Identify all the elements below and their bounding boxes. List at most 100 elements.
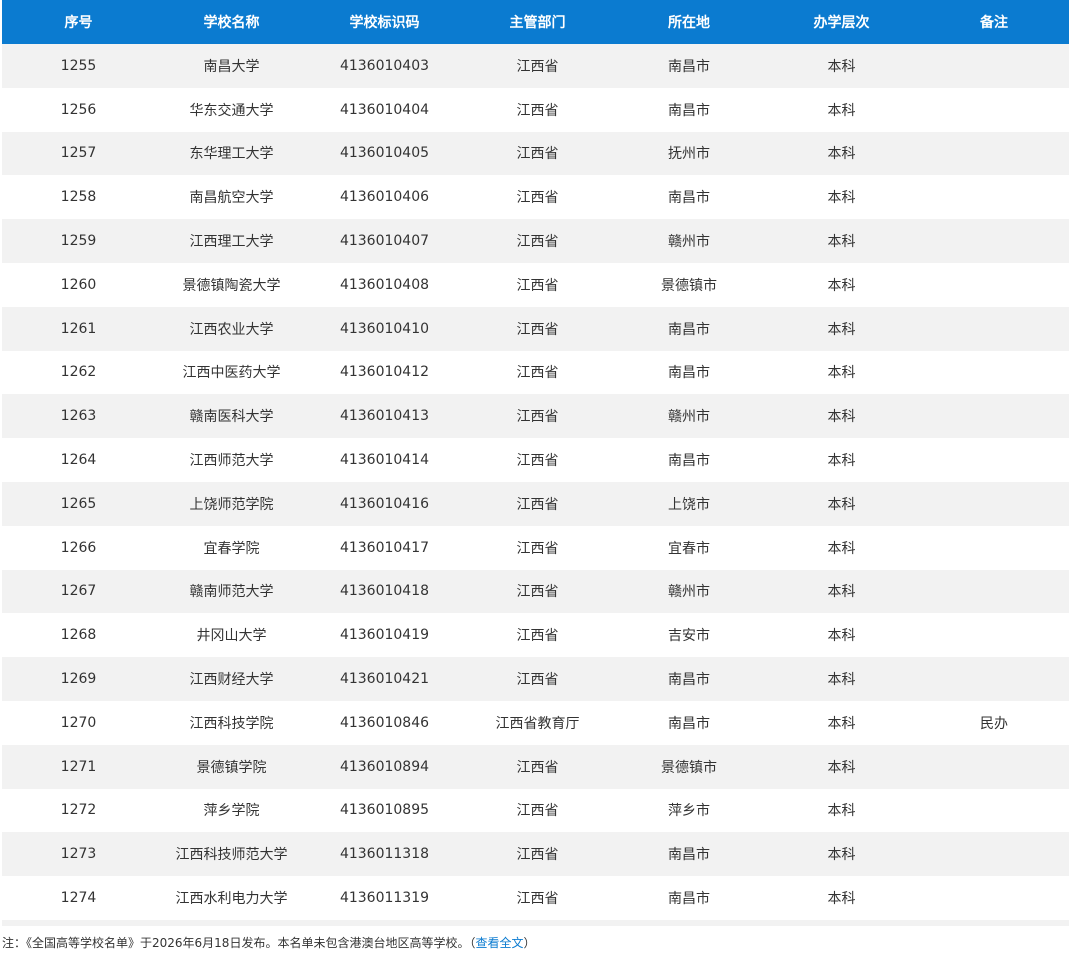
cell-school-name: 赣南医科大学 <box>155 394 308 439</box>
view-full-text-link[interactable]: 查看全文 <box>475 936 523 950</box>
cell-school-name: 江西科技师范大学 <box>155 832 308 877</box>
cell-school-code: 4136011319 <box>308 876 461 920</box>
cell-location: 南昌市 <box>614 44 764 88</box>
cell-seq: 1258 <box>2 175 155 220</box>
cell-school-code: 4136010404 <box>308 87 461 132</box>
cell-school-name: 江西师范大学 <box>155 438 308 482</box>
cell-department: 江西省 <box>461 876 614 920</box>
cell-level: 本科 <box>764 832 919 877</box>
cell-remark <box>919 876 1069 920</box>
cell-department: 江西省 <box>461 481 614 526</box>
cell-seq: 1266 <box>2 525 155 570</box>
cell-department: 江西省 <box>461 175 614 220</box>
cell-level: 本科 <box>764 306 919 351</box>
table-row: 1263 赣南医科大学 4136010413 江西省 赣州市 本科 <box>2 394 1069 439</box>
cell-school-code: 4136010419 <box>308 613 461 658</box>
column-header-remark: 备注 <box>919 0 1069 44</box>
cell-seq: 1265 <box>2 481 155 526</box>
cell-level: 本科 <box>764 87 919 132</box>
page: 序号 学校名称 学校标识码 主管部门 所在地 办学层次 备注 1255 南昌大学 4136010… <box>0 0 1080 964</box>
cell-seq: 1257 <box>2 131 155 176</box>
cell-department: 江西省 <box>461 788 614 833</box>
cell-department: 江西省 <box>461 350 614 395</box>
cell-location: 南昌市 <box>614 832 764 877</box>
cell-school-code: 4136010403 <box>308 44 461 88</box>
cell-location: 赣州市 <box>614 219 764 263</box>
cell-seq: 1259 <box>2 219 155 263</box>
table-row: 1258 南昌航空大学 4136010406 江西省 南昌市 本科 <box>2 175 1069 220</box>
cell-school-name: 江西中医药大学 <box>155 350 308 395</box>
table-row: 1265 上饶师范学院 4136010416 江西省 上饶市 本科 <box>2 481 1069 526</box>
cell-department: 江西省 <box>461 569 614 614</box>
cell-school-code: 4136010416 <box>308 481 461 526</box>
cell-location: 抚州市 <box>614 131 764 176</box>
cell-school-code: 4136010413 <box>308 394 461 439</box>
footnote: 注：《全国高等学校名单》于2026年6月18日发布。本名单未包含港澳台地区高等学… <box>2 934 535 951</box>
cell-school-name: 井冈山大学 <box>155 613 308 658</box>
table-row: 1259 江西理工大学 4136010407 江西省 赣州市 本科 <box>2 219 1069 263</box>
cell-department: 江西省 <box>461 44 614 88</box>
cell-remark <box>919 350 1069 395</box>
cell-location: 上饶市 <box>614 481 764 526</box>
cell-school-name: 江西水利电力大学 <box>155 876 308 920</box>
cell-school-name: 江西财经大学 <box>155 657 308 701</box>
cell-school-name: 上饶师范学院 <box>155 481 308 526</box>
table-row: 1262 江西中医药大学 4136010412 江西省 南昌市 本科 <box>2 350 1069 395</box>
table-body: 1255 南昌大学 4136010403 江西省 南昌市 本科 1256 华东交通大学 4136… <box>2 44 1069 920</box>
cell-location: 南昌市 <box>614 438 764 482</box>
cell-remark <box>919 262 1069 307</box>
cell-remark <box>919 788 1069 833</box>
column-header-department: 主管部门 <box>461 0 614 44</box>
cell-level: 本科 <box>764 262 919 307</box>
cell-location: 南昌市 <box>614 657 764 701</box>
cell-location: 南昌市 <box>614 876 764 920</box>
cell-remark <box>919 44 1069 88</box>
school-table: 序号 学校名称 学校标识码 主管部门 所在地 办学层次 备注 1255 南昌大学 4136010… <box>2 0 1069 920</box>
cell-level: 本科 <box>764 175 919 220</box>
cell-level: 本科 <box>764 438 919 482</box>
cell-remark <box>919 525 1069 570</box>
cell-location: 景德镇市 <box>614 744 764 789</box>
cell-school-code: 4136010894 <box>308 744 461 789</box>
cell-seq: 1270 <box>2 700 155 745</box>
cell-seq: 1269 <box>2 657 155 701</box>
cell-remark <box>919 569 1069 614</box>
cell-level: 本科 <box>764 394 919 439</box>
cell-department: 江西省 <box>461 525 614 570</box>
cell-school-name: 南昌大学 <box>155 44 308 88</box>
column-header-seq: 序号 <box>2 0 155 44</box>
cell-school-code: 4136010418 <box>308 569 461 614</box>
cell-seq: 1263 <box>2 394 155 439</box>
cell-seq: 1255 <box>2 44 155 88</box>
cell-level: 本科 <box>764 788 919 833</box>
cell-level: 本科 <box>764 657 919 701</box>
cell-department: 江西省 <box>461 262 614 307</box>
cell-department: 江西省 <box>461 438 614 482</box>
cell-school-code: 4136010410 <box>308 306 461 351</box>
cell-seq: 1267 <box>2 569 155 614</box>
cell-school-code: 4136010405 <box>308 131 461 176</box>
cell-remark <box>919 175 1069 220</box>
cell-seq: 1256 <box>2 87 155 132</box>
cell-school-name: 赣南师范大学 <box>155 569 308 614</box>
cell-school-code: 4136010895 <box>308 788 461 833</box>
table-row: 1273 江西科技师范大学 4136011318 江西省 南昌市 本科 <box>2 832 1069 877</box>
cell-seq: 1261 <box>2 306 155 351</box>
table-row: 1270 江西科技学院 4136010846 江西省教育厅 南昌市 本科 民办 <box>2 700 1069 745</box>
cell-department: 江西省 <box>461 131 614 176</box>
cell-department: 江西省 <box>461 219 614 263</box>
table-row: 1269 江西财经大学 4136010421 江西省 南昌市 本科 <box>2 657 1069 701</box>
cell-remark <box>919 219 1069 263</box>
cell-level: 本科 <box>764 481 919 526</box>
cell-seq: 1268 <box>2 613 155 658</box>
column-header-location: 所在地 <box>614 0 764 44</box>
cell-location: 宜春市 <box>614 525 764 570</box>
cell-location: 南昌市 <box>614 87 764 132</box>
table-header-row: 序号 学校名称 学校标识码 主管部门 所在地 办学层次 备注 <box>2 0 1069 44</box>
cell-department: 江西省 <box>461 832 614 877</box>
table-row: 1267 赣南师范大学 4136010418 江西省 赣州市 本科 <box>2 569 1069 614</box>
cell-remark <box>919 131 1069 176</box>
cell-level: 本科 <box>764 744 919 789</box>
table-row: 1255 南昌大学 4136010403 江西省 南昌市 本科 <box>2 44 1069 88</box>
cell-remark <box>919 744 1069 789</box>
